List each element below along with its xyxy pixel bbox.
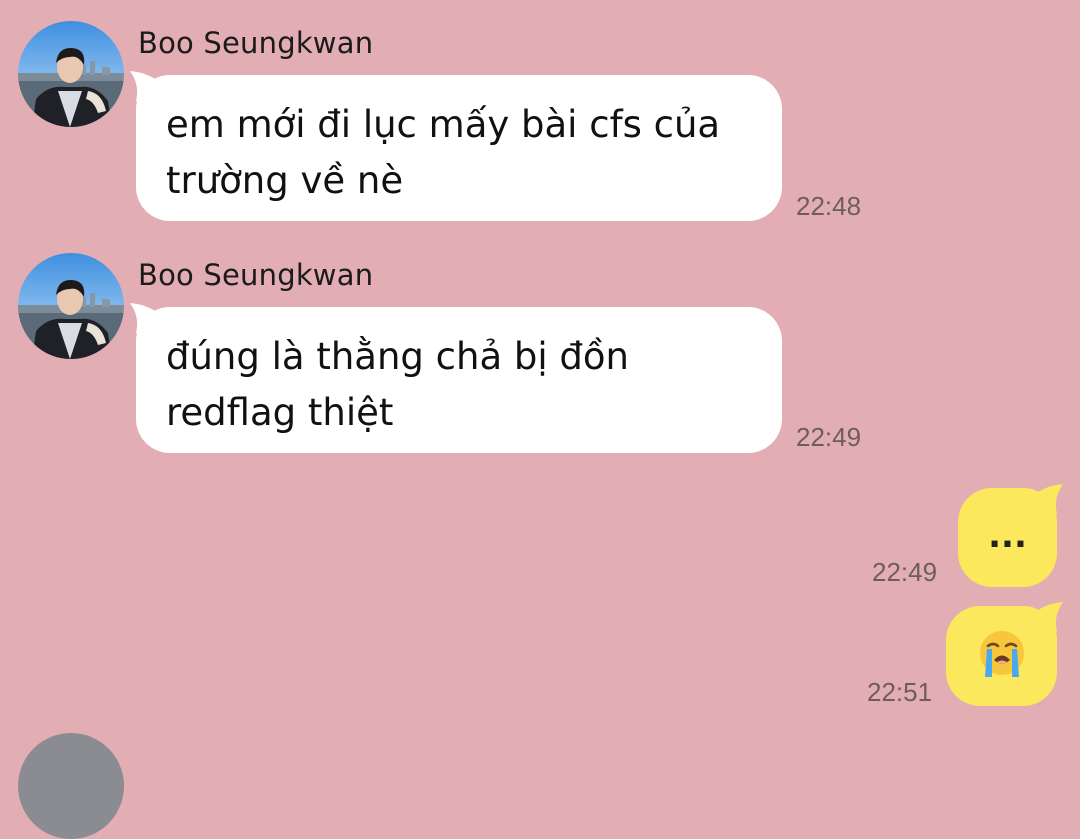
sent-message-bubble[interactable]: ... [958, 484, 1063, 587]
sent-message-bubble[interactable] [946, 602, 1063, 706]
message-text: em mới đi lục mấy bài cfs của trường về … [166, 103, 721, 202]
loudly-crying-face-icon [977, 629, 1027, 683]
message-text: đúng là thằng chả bị đồn redflag thiệt [166, 335, 630, 434]
avatar[interactable] [18, 253, 124, 359]
message-text: ... [988, 516, 1027, 556]
profile-photo-icon [18, 253, 124, 359]
profile-photo-icon [18, 21, 124, 127]
message-timestamp: 22:51 [867, 677, 933, 707]
sender-name: Boo Seungkwan [138, 26, 374, 60]
chat-screen: Boo Seungkwan em mới đi lục mấy bài cfs … [0, 0, 1080, 839]
message-bubble[interactable]: đúng là thằng chả bị đồn redflag thiệt [130, 303, 782, 453]
avatar[interactable] [18, 733, 124, 839]
message-timestamp: 22:49 [872, 557, 938, 587]
message-timestamp: 22:49 [796, 422, 862, 452]
message-timestamp: 22:48 [796, 191, 862, 221]
avatar[interactable] [18, 21, 124, 127]
message-bubble[interactable]: em mới đi lục mấy bài cfs của trường về … [130, 71, 782, 221]
sender-name: Boo Seungkwan [138, 258, 374, 292]
bubble-tail-icon [130, 71, 164, 107]
bubble-tail-icon [1029, 602, 1063, 638]
bubble-tail-icon [1029, 484, 1063, 520]
bubble-tail-icon [130, 303, 164, 339]
